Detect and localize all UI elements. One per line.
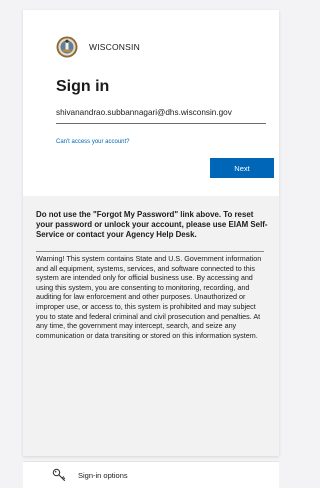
divider	[36, 251, 264, 252]
sign-in-options-button[interactable]: Sign-in options	[23, 461, 279, 488]
brand-header: WISCONSIN	[56, 36, 140, 58]
security-warning-text: Warning! This system contains State and …	[36, 254, 262, 340]
cant-access-account-link[interactable]: Can't access your account?	[56, 139, 130, 145]
page-title: Sign in	[56, 78, 110, 95]
sign-in-card: WISCONSIN Sign in shivanandrao.subbannag…	[23, 10, 279, 456]
sign-in-options-label: Sign-in options	[78, 470, 128, 480]
password-reset-notice: Do not use the "Forgot My Password" link…	[36, 210, 268, 239]
key-icon	[52, 468, 66, 482]
next-button[interactable]: Next	[210, 158, 274, 178]
wisconsin-seal-icon	[56, 36, 78, 58]
brand-name: WISCONSIN	[89, 42, 140, 52]
email-field[interactable]: shivanandrao.subbannagari@dhs.wisconsin.…	[56, 108, 232, 117]
notice-panel: Do not use the "Forgot My Password" link…	[23, 196, 279, 456]
email-field-underline	[56, 123, 266, 124]
sign-in-panel: WISCONSIN Sign in shivanandrao.subbannag…	[23, 10, 279, 196]
